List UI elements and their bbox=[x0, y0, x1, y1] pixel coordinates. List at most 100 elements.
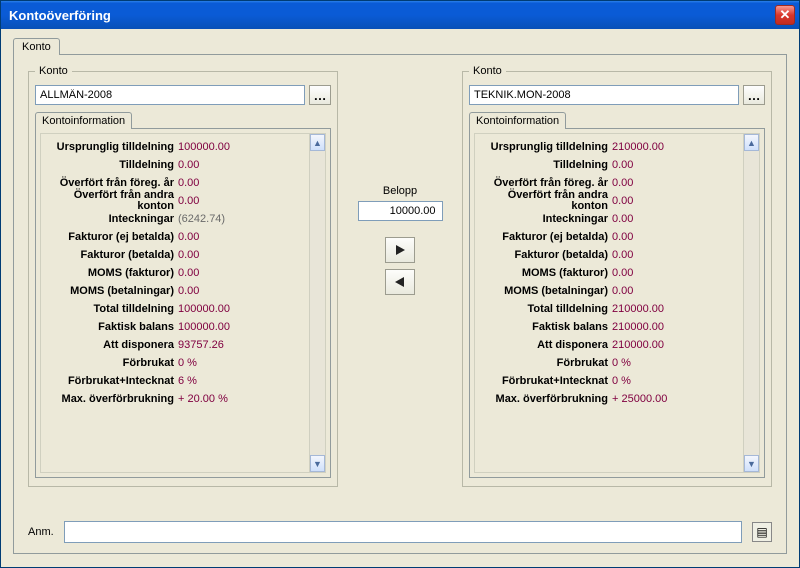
remarks-input[interactable] bbox=[64, 521, 742, 543]
tab-konto[interactable]: Konto bbox=[13, 38, 60, 55]
value: 0.00 bbox=[612, 177, 633, 189]
right-info-body: Ursprunglig tilldelning210000.00 Tilldel… bbox=[475, 134, 743, 472]
ellipsis-icon: … bbox=[314, 88, 327, 103]
right-account-browse-button[interactable]: … bbox=[743, 85, 765, 105]
label: Ursprunglig tilldelning bbox=[477, 142, 612, 153]
value: 0 % bbox=[612, 375, 631, 387]
value: 0 % bbox=[178, 357, 197, 369]
label: Total tilldelning bbox=[477, 304, 612, 315]
value: 6 % bbox=[178, 375, 197, 387]
value: 0.00 bbox=[612, 249, 633, 261]
label: Max. överförbrukning bbox=[477, 394, 612, 405]
label: Fakturor (ej betalda) bbox=[43, 232, 178, 243]
close-button[interactable]: ✕ bbox=[775, 5, 795, 25]
value: 0.00 bbox=[612, 195, 633, 207]
value: 0.00 bbox=[612, 159, 633, 171]
value: 0.00 bbox=[612, 231, 633, 243]
value: 0.00 bbox=[178, 159, 199, 171]
label: Faktisk balans bbox=[477, 322, 612, 333]
label: Ursprunglig tilldelning bbox=[43, 142, 178, 153]
value: 0.00 bbox=[178, 177, 199, 189]
value: (6242.74) bbox=[178, 213, 225, 225]
scroll-up-icon[interactable]: ▲ bbox=[744, 134, 759, 151]
value: 0.00 bbox=[178, 267, 199, 279]
label: Överfört från föreg. år bbox=[477, 178, 612, 189]
left-scrollbar[interactable]: ▲ ▼ bbox=[309, 134, 325, 472]
value: 210000.00 bbox=[612, 321, 664, 333]
label: MOMS (fakturor) bbox=[43, 268, 178, 279]
label: MOMS (betalningar) bbox=[477, 286, 612, 297]
label: Överfört från andra konton bbox=[477, 190, 612, 212]
ellipsis-icon: … bbox=[748, 88, 761, 103]
window: Kontoöverföring ✕ Konto Konto … Kontoinf… bbox=[0, 0, 800, 568]
label: Förbrukat+Intecknat bbox=[43, 376, 178, 387]
remarks-label: Anm. bbox=[28, 526, 54, 538]
value: 0.00 bbox=[178, 249, 199, 261]
value: 0.00 bbox=[612, 285, 633, 297]
left-legend: Konto bbox=[35, 65, 72, 77]
play-left-icon bbox=[394, 276, 406, 288]
value: + 25000.00 bbox=[612, 393, 667, 405]
note-icon: ▤ bbox=[756, 525, 767, 539]
label: Fakturor (betalda) bbox=[43, 250, 178, 261]
label: Förbrukat bbox=[477, 358, 612, 369]
left-account-browse-button[interactable]: … bbox=[309, 85, 331, 105]
label: Tilldelning bbox=[43, 160, 178, 171]
play-right-icon bbox=[394, 244, 406, 256]
value: 93757.26 bbox=[178, 339, 224, 351]
label: Total tilldelning bbox=[43, 304, 178, 315]
scroll-up-icon[interactable]: ▲ bbox=[310, 134, 325, 151]
value: 0.00 bbox=[178, 231, 199, 243]
value: 100000.00 bbox=[178, 303, 230, 315]
value: 0.00 bbox=[178, 285, 199, 297]
right-scrollbar[interactable]: ▲ ▼ bbox=[743, 134, 759, 472]
label: Max. överförbrukning bbox=[43, 394, 178, 405]
transfer-left-button[interactable] bbox=[385, 269, 415, 295]
left-info-panel: Ursprunglig tilldelning100000.00 Tilldel… bbox=[35, 128, 331, 478]
value: 0.00 bbox=[612, 213, 633, 225]
label: Att disponera bbox=[477, 340, 612, 351]
remarks-browse-button[interactable]: ▤ bbox=[752, 522, 772, 542]
right-info-tab[interactable]: Kontoinformation bbox=[469, 112, 566, 129]
label: MOMS (fakturor) bbox=[477, 268, 612, 279]
label: Faktisk balans bbox=[43, 322, 178, 333]
label: Att disponera bbox=[43, 340, 178, 351]
right-info-panel: Ursprunglig tilldelning210000.00 Tilldel… bbox=[469, 128, 765, 478]
right-account-input[interactable] bbox=[469, 85, 739, 105]
value: 210000.00 bbox=[612, 141, 664, 153]
label: Överfört från andra konton bbox=[43, 190, 178, 212]
left-info-body: Ursprunglig tilldelning100000.00 Tilldel… bbox=[41, 134, 309, 472]
close-icon: ✕ bbox=[780, 7, 791, 23]
transfer-middle: Belopp bbox=[338, 65, 462, 301]
client-area: Konto Konto … Kontoinformation Ursprungl… bbox=[1, 29, 799, 567]
scroll-down-icon[interactable]: ▼ bbox=[310, 455, 325, 472]
label: Inteckningar bbox=[43, 214, 178, 225]
label: Inteckningar bbox=[477, 214, 612, 225]
value: 100000.00 bbox=[178, 321, 230, 333]
value: 0.00 bbox=[612, 267, 633, 279]
value: + 20.00 % bbox=[178, 393, 228, 405]
left-account-group: Konto … Kontoinformation Ursprunglig til… bbox=[28, 65, 338, 487]
value: 100000.00 bbox=[178, 141, 230, 153]
value: 210000.00 bbox=[612, 303, 664, 315]
right-legend: Konto bbox=[469, 65, 506, 77]
label: Överfört från föreg. år bbox=[43, 178, 178, 189]
left-info-tab[interactable]: Kontoinformation bbox=[35, 112, 132, 129]
scroll-down-icon[interactable]: ▼ bbox=[744, 455, 759, 472]
transfer-right-button[interactable] bbox=[385, 237, 415, 263]
label: Fakturor (betalda) bbox=[477, 250, 612, 261]
label: MOMS (betalningar) bbox=[43, 286, 178, 297]
label: Fakturor (ej betalda) bbox=[477, 232, 612, 243]
value: 0.00 bbox=[178, 195, 199, 207]
right-account-group: Konto … Kontoinformation Ursprunglig til… bbox=[462, 65, 772, 487]
value: 210000.00 bbox=[612, 339, 664, 351]
main-panel: Konto … Kontoinformation Ursprunglig til… bbox=[13, 54, 787, 554]
amount-input[interactable] bbox=[358, 201, 443, 221]
left-account-input[interactable] bbox=[35, 85, 305, 105]
label: Förbrukat bbox=[43, 358, 178, 369]
amount-label: Belopp bbox=[383, 185, 417, 197]
value: 0 % bbox=[612, 357, 631, 369]
window-title: Kontoöverföring bbox=[9, 8, 111, 23]
titlebar: Kontoöverföring ✕ bbox=[1, 1, 799, 29]
label: Tilldelning bbox=[477, 160, 612, 171]
